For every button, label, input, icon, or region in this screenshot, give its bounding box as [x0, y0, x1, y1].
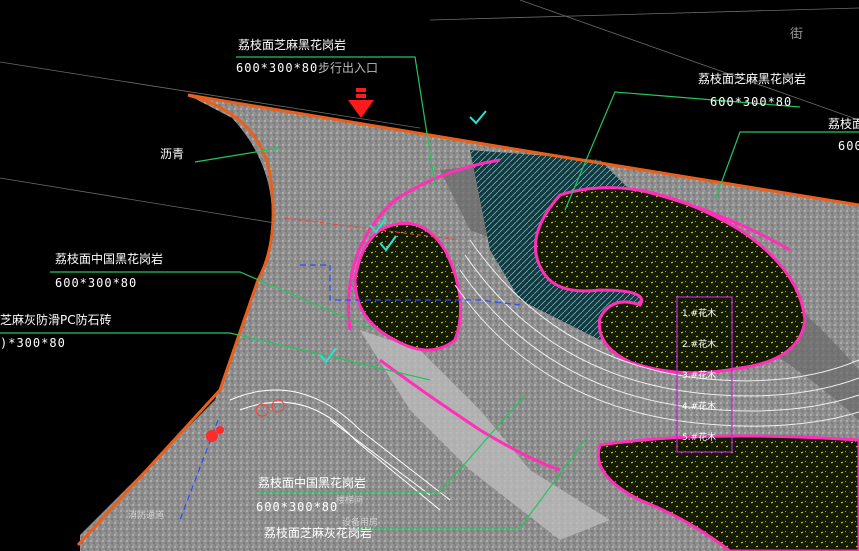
cad-site-plan: 1.#花木 2.#花木 3.#花木 4.#花木 5.#花木 荔枝面芝麻黑花岗岩 600*… [0, 0, 859, 551]
svg-text:荔枝面中国黑花岗岩: 荔枝面中国黑花岗岩 [258, 475, 366, 490]
svg-text:)*300*80: )*300*80 [0, 336, 66, 350]
svg-text:荔枝面中国黑花岗岩: 荔枝面中国黑花岗岩 [55, 251, 163, 266]
svg-text:荔枝面芝麻黑花岗岩: 荔枝面芝麻黑花岗岩 [238, 37, 346, 52]
svg-text:600*300*80: 600*300*80 [256, 500, 338, 514]
plant-list-item: 5.#花木 [682, 431, 716, 443]
plant-list-item: 4.#花木 [682, 400, 716, 412]
label-left-mid: 荔枝面中国黑花岗岩 600*300*80 [55, 251, 163, 290]
entrance-label: 步行出入口 [318, 61, 378, 75]
label-far-right: 荔枝面 600 [828, 116, 859, 153]
fire-lane-label: 消防通道 [128, 509, 164, 521]
plant-list-item: 1.#花木 [682, 307, 716, 319]
svg-text:荔枝面芝麻黑花岗岩: 荔枝面芝麻黑花岗岩 [698, 71, 806, 86]
plant-list-item: 2.#花木 [682, 338, 716, 350]
asphalt-label: 沥青 [160, 147, 184, 161]
svg-text:600*300*80: 600*300*80 [236, 61, 318, 75]
equipment-room-label: 设备用房 [342, 516, 378, 528]
svg-text:600: 600 [838, 139, 859, 153]
street-label: 街 [790, 27, 803, 42]
entrance-arrow-icon [348, 88, 374, 118]
svg-text:600*300*80: 600*300*80 [710, 95, 792, 109]
stairwell-label: 楼梯间 [336, 494, 363, 506]
svg-text:荔枝面: 荔枝面 [828, 116, 859, 131]
plant-list-item: 3.#花木 [682, 369, 716, 381]
svg-text:600*300*80: 600*300*80 [55, 276, 137, 290]
svg-text:芝麻灰防滑PC防石砖: 芝麻灰防滑PC防石砖 [0, 312, 112, 327]
label-left-lower: 芝麻灰防滑PC防石砖 )*300*80 [0, 312, 112, 350]
label-top-right: 荔枝面芝麻黑花岗岩 600*300*80 [698, 71, 806, 109]
